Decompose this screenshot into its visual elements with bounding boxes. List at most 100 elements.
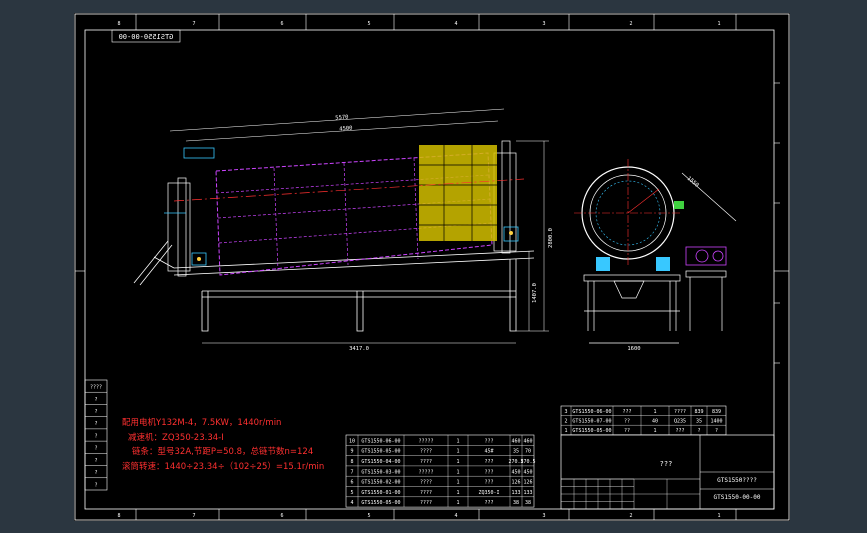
top-zone-number: 2 — [629, 21, 632, 27]
parts-upper-cell-w2: 839 — [712, 409, 721, 415]
parts-cell-w2: 460 — [523, 438, 532, 444]
title-block: ??? GTS1550???? GTS1550-00-00 — [560, 434, 775, 510]
top-zone-number: 8 — [117, 21, 120, 27]
parts-upper-cell-w1: ? — [697, 428, 700, 434]
parts-list-upper-table: 3 GTS1550-06-00??? 1???? 839 839 2 GTS1550-07-… — [560, 405, 727, 436]
title-center: ??? — [660, 460, 673, 468]
title-drawing-number: GTS1550-00-00 — [714, 494, 761, 501]
side-view: 5570 4500 3417.0 2800.0 1407.0 — [133, 108, 554, 352]
dim-end-view-width: 1600 — [627, 346, 640, 352]
parts-upper-cell-mat: Q235 — [674, 419, 686, 425]
bottom-zone-number: 1 — [717, 513, 720, 519]
revision-cell: ???? — [90, 385, 102, 391]
parts-cell-qty: 1 — [456, 449, 459, 455]
parts-upper-cell-qty: 40 — [652, 419, 658, 425]
top-zone-number: 7 — [192, 21, 195, 27]
parts-cell-mat: ??? — [484, 480, 493, 486]
parts-cell-w1: 35 — [513, 449, 519, 455]
note-chain: 链条：型号32A,节距P=50.8，总链节数n=124 — [132, 446, 313, 457]
parts-cell-no: 5 — [350, 490, 353, 496]
parts-cell-code: GTS1550-05-00 — [361, 449, 400, 455]
parts-cell-code: GTS1550-06-00 — [361, 438, 400, 444]
parts-cell-mat: ??? — [484, 469, 493, 475]
parts-cell-mat: ??? — [484, 438, 493, 444]
revision-block: ???????????? — [84, 379, 108, 491]
parts-upper-row: 3 GTS1550-06-00??? 1???? 839 839 — [564, 409, 721, 415]
parts-row: 7 GTS1550-03-00????? 1??? 450 450 — [350, 469, 532, 475]
parts-upper-row: 1 GTS1550-05-00?? 1????? — [564, 428, 718, 434]
technical-notes: 配用电机Y132M-4，7.5KW，1440r/min 减速机：ZQ350-23… — [122, 417, 324, 472]
parts-cell-name: ???? — [420, 480, 432, 486]
revision-cell: ? — [94, 446, 97, 452]
dim-height-total: 2800.0 — [548, 228, 554, 248]
parts-upper-row: 2 GTS1550-07-00?? 40 Q235 35 1400 — [564, 419, 722, 425]
parts-cell-no: 10 — [349, 438, 355, 444]
bottom-zone-number: 3 — [542, 513, 545, 519]
parts-cell-code: GTS1550-05-00 — [361, 500, 400, 506]
parts-cell-mat: ??? — [484, 500, 493, 506]
top-zone-number: 4 — [454, 21, 457, 27]
revision-cell: ? — [94, 397, 97, 403]
parts-cell-no: 4 — [350, 500, 353, 506]
note-reducer: 减速机：ZQ350-23.34-I — [128, 432, 224, 443]
parts-upper-cell-qty: 1 — [653, 428, 656, 434]
parts-row: 10 GTS1550-06-00????? 1??? 460 460 — [349, 438, 533, 444]
dim-height-lower: 1407.0 — [532, 283, 538, 303]
parts-upper-cell-code: GTS1550-06-00 — [572, 409, 611, 415]
parts-upper-cell-code: GTS1550-07-00 — [572, 419, 611, 425]
top-zone-number: 6 — [280, 21, 283, 27]
bottom-zone-number: 6 — [280, 513, 283, 519]
parts-upper-cell-name: ?? — [624, 428, 630, 434]
parts-cell-mat: 45# — [484, 449, 493, 455]
parts-cell-w2: 450 — [523, 469, 532, 475]
revision-cell: ? — [94, 421, 97, 427]
parts-row: 8 GTS1550-04-00???? 1??? 270.5270.5 — [350, 459, 535, 465]
top-zone-number: 1 — [717, 21, 720, 27]
parts-cell-no: 7 — [350, 469, 353, 475]
parts-cell-w2: 70 — [525, 449, 531, 455]
parts-upper-cell-w1: 35 — [696, 419, 702, 425]
parts-cell-w1: 126 — [511, 480, 520, 486]
parts-cell-name: ???? — [420, 449, 432, 455]
bottom-zone-number: 2 — [629, 513, 632, 519]
top-zone-markers: 8 7 6 5 4 3 2 1 — [117, 14, 737, 30]
parts-cell-qty: 1 — [456, 469, 459, 475]
parts-upper-cell-w2: 1400 — [710, 419, 722, 425]
dim-overall-length: 5570 — [335, 115, 349, 122]
parts-upper-cell-qty: 1 — [653, 409, 656, 415]
top-zone-number: 3 — [542, 21, 545, 27]
parts-upper-cell-mat: ???? — [674, 409, 686, 415]
parts-upper-cell-no: 3 — [564, 409, 567, 415]
parts-cell-w1: 460 — [511, 438, 520, 444]
end-view: 1600 1550 — [574, 159, 737, 352]
screen-mesh — [419, 145, 497, 241]
parts-cell-code: GTS1550-03-00 — [361, 469, 400, 475]
parts-cell-w1: 38 — [513, 500, 519, 506]
parts-cell-no: 8 — [350, 459, 353, 465]
dim-drum-length: 4500 — [339, 126, 353, 133]
parts-cell-w2: 126 — [523, 480, 532, 486]
drawing-sheet: 8 7 6 5 4 3 2 1 8 7 6 5 4 3 2 1 GTS1550-00-00 5570 450… — [74, 13, 790, 521]
bottom-zone-number: 8 — [117, 513, 120, 519]
parts-upper-cell-name: ?? — [624, 419, 630, 425]
revision-cell: ? — [94, 470, 97, 476]
parts-cell-code: GTS1550-04-00 — [361, 459, 400, 465]
parts-upper-cell-mat: ??? — [675, 428, 684, 434]
parts-cell-qty: 1 — [456, 490, 459, 496]
parts-row: 4 GTS1550-05-00???? 1??? 38 38 — [350, 500, 531, 506]
parts-upper-cell-no: 1 — [564, 428, 567, 434]
revision-cell: ? — [94, 409, 97, 415]
parts-cell-qty: 1 — [456, 480, 459, 486]
parts-upper-cell-no: 2 — [564, 419, 567, 425]
parts-list-table: 10 GTS1550-06-00????? 1??? 460 460 9 GTS1550-0… — [345, 434, 536, 508]
bottom-zone-number: 7 — [192, 513, 195, 519]
top-zone-number: 5 — [367, 21, 370, 27]
bottom-zone-number: 5 — [367, 513, 370, 519]
bottom-zone-markers: 8 7 6 5 4 3 2 1 — [117, 509, 737, 520]
note-motor: 配用电机Y132M-4，7.5KW，1440r/min — [122, 417, 281, 428]
parts-upper-cell-name: ??? — [622, 409, 631, 415]
parts-cell-w1: 450 — [511, 469, 520, 475]
parts-cell-w2: 38 — [525, 500, 531, 506]
revision-cell: ? — [94, 433, 97, 439]
parts-cell-name: ???? — [420, 490, 432, 496]
